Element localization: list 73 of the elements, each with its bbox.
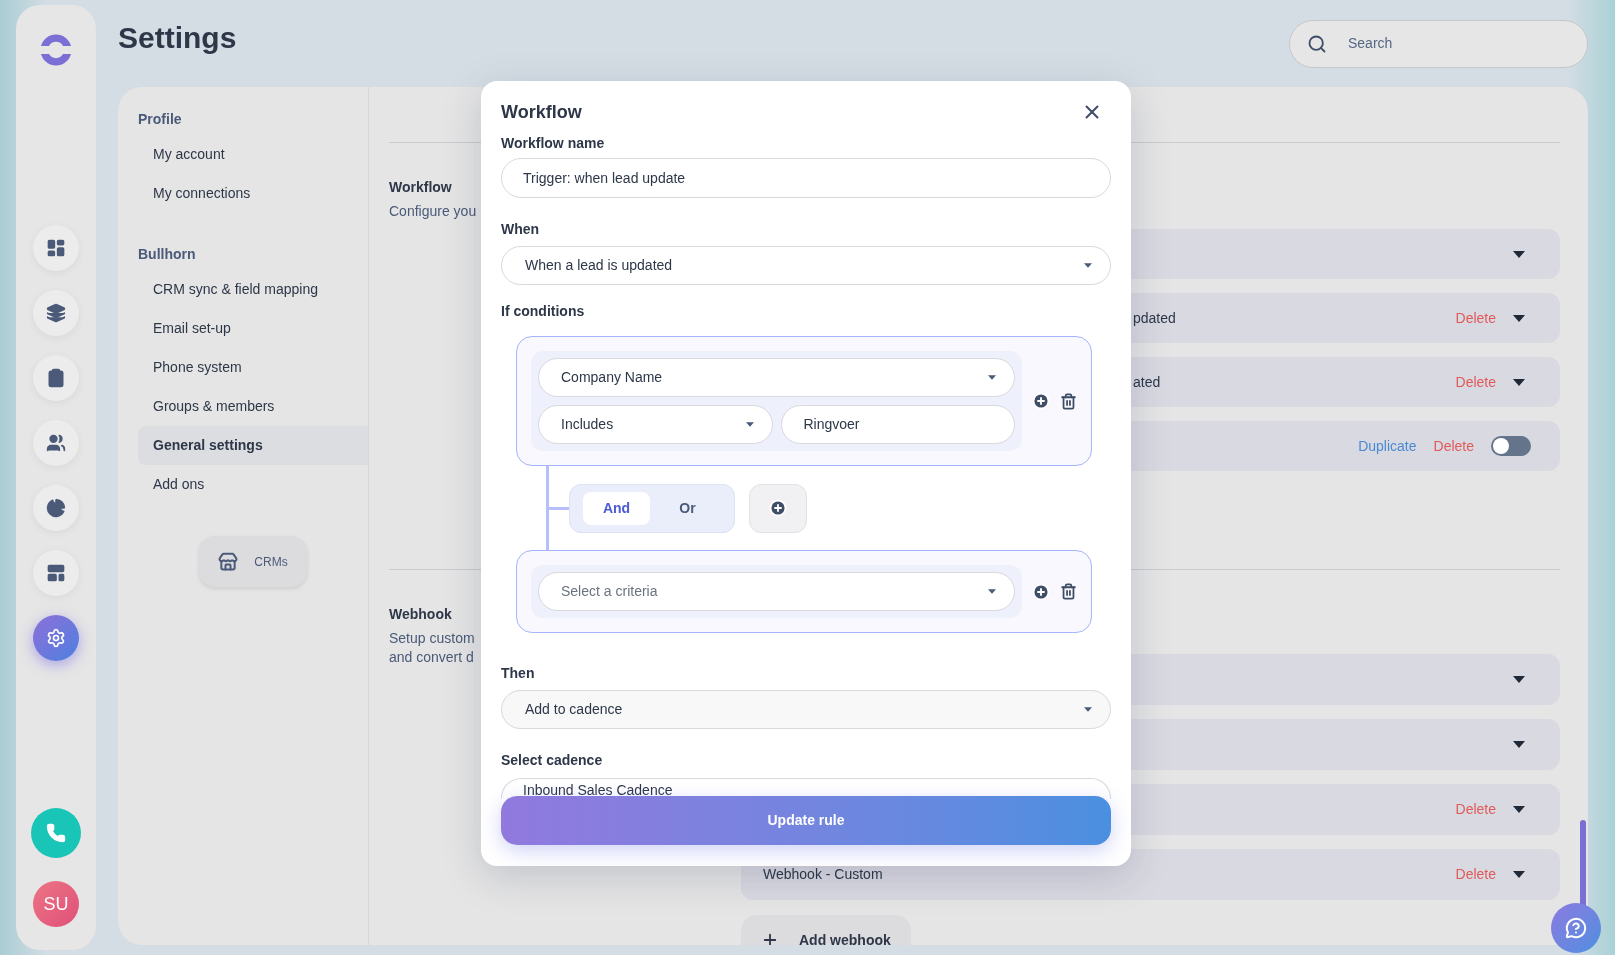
section-title: Webhook (389, 605, 452, 624)
caret-icon (1513, 250, 1525, 258)
field-label: If conditions (501, 302, 586, 321)
settings-nav-item[interactable]: CRM sync & field mapping (138, 270, 368, 309)
help-chat-icon (1565, 917, 1587, 939)
search-icon (1307, 33, 1327, 54)
caret-icon (1084, 263, 1092, 268)
caret-icon (988, 589, 996, 594)
input-field[interactable]: Ringvoer (780, 405, 1015, 444)
pie-chart-icon (46, 498, 66, 518)
section-description: Configure you (389, 202, 477, 221)
store-icon (218, 551, 239, 572)
row-title: pdated (1133, 308, 1176, 328)
page-title: Settings (118, 20, 237, 56)
row-title: Webhook - Custom (763, 865, 883, 884)
toggle-switch[interactable] (1491, 436, 1531, 456)
help-chat-button[interactable] (1551, 903, 1601, 953)
nav-button[interactable] (33, 355, 79, 401)
settings-nav-item[interactable]: Groups & members (138, 387, 368, 426)
settings-nav-item[interactable]: Email set-up (138, 309, 368, 348)
trash-icon[interactable] (1060, 583, 1077, 600)
nav-button[interactable] (33, 225, 79, 271)
nav-button[interactable] (33, 485, 79, 531)
logic-option[interactable]: Or (654, 491, 721, 525)
plus-icon (761, 931, 779, 945)
dropdown-field[interactable]: Select a criteria (538, 572, 1015, 611)
crms-button[interactable]: CRMs (199, 536, 307, 587)
settings-nav-item[interactable]: Phone system (138, 348, 368, 387)
caret-icon (1513, 871, 1525, 878)
caret-icon (1513, 314, 1525, 322)
dropdown-field[interactable]: Add to cadence (501, 690, 1111, 729)
trash-icon[interactable] (1060, 392, 1077, 410)
caret-icon (1513, 741, 1525, 748)
nav-button[interactable] (33, 420, 79, 466)
field-label: Then (501, 664, 536, 683)
nav-button[interactable] (33, 290, 79, 336)
nav-heading: Profile (138, 110, 183, 129)
nav-heading: Bullhorn (138, 245, 197, 264)
caret-icon (1513, 676, 1525, 683)
add-webhook-button[interactable]: Add webhook (741, 915, 911, 945)
settings-nav-item[interactable]: My account (138, 135, 368, 174)
caret-icon (1513, 378, 1525, 386)
settings-nav-item[interactable]: General settings (138, 426, 368, 465)
caret-icon (1513, 806, 1525, 813)
dashboard-icon (46, 238, 66, 258)
add-condition-icon[interactable] (1032, 582, 1050, 601)
row-title: ated (1133, 372, 1161, 392)
add-group-button[interactable] (749, 483, 807, 533)
nav-button[interactable] (33, 550, 79, 596)
section-title: Workflow (389, 178, 452, 197)
caret-icon (745, 422, 754, 427)
field-label: Workflow name (501, 134, 606, 153)
dropdown-field[interactable]: Includes (538, 405, 773, 444)
field-label: When (501, 220, 541, 239)
dropdown-field[interactable]: Company Name (538, 358, 1015, 397)
caret-icon (1084, 707, 1092, 712)
field-label: Select cadence (501, 751, 604, 770)
logic-option[interactable]: And (583, 491, 650, 525)
clipboard-icon (46, 368, 66, 388)
section-description: Setup custom and convert d (389, 629, 475, 667)
settings-icon (46, 628, 66, 648)
stack-icon (46, 303, 66, 323)
settings-nav-item[interactable]: My connections (138, 174, 368, 213)
add-condition-icon[interactable] (1032, 392, 1050, 410)
people-icon (46, 433, 66, 453)
nav-button[interactable] (33, 615, 79, 661)
plus-icon (769, 499, 787, 517)
layout-icon (46, 563, 66, 583)
phone-icon (46, 823, 66, 843)
dialog-title: Workflow (501, 100, 582, 124)
caret-icon (988, 375, 996, 380)
search-field[interactable]: Search (1289, 19, 1588, 68)
settings-nav-item[interactable]: Add ons (138, 465, 368, 504)
